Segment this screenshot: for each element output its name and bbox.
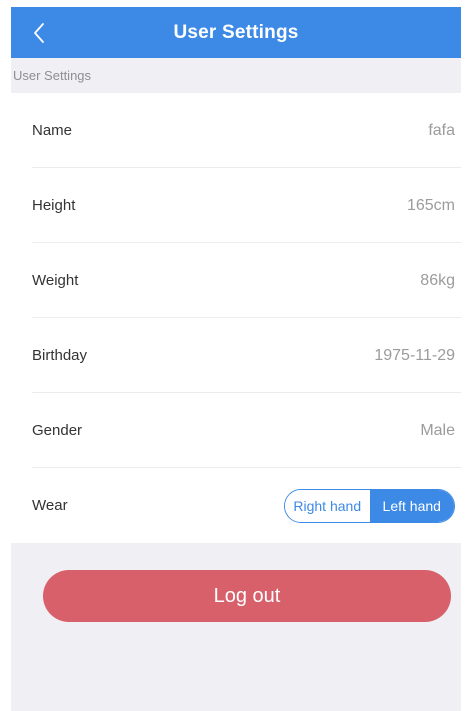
- wear-right-hand-option[interactable]: Right hand: [285, 489, 370, 522]
- section-header: User Settings: [13, 68, 92, 83]
- row-value: 165cm: [406, 196, 455, 214]
- row-value: 1975-11-29: [374, 346, 455, 364]
- row-label: Name: [32, 122, 73, 139]
- wear-left-hand-option[interactable]: Left hand: [369, 489, 454, 522]
- row-name[interactable]: Name fafa: [11, 93, 461, 168]
- page-title: User Settings: [173, 21, 299, 43]
- settings-list: Name fafa Height 165cm Weight 86kg Birth…: [11, 93, 461, 543]
- row-weight[interactable]: Weight 86kg: [11, 243, 461, 318]
- row-label: Height: [32, 197, 76, 214]
- row-label: Wear: [32, 497, 68, 514]
- row-value: 86kg: [420, 271, 455, 289]
- app-screen: User Settings User Settings Name fafa He…: [11, 7, 461, 711]
- nav-bar: User Settings: [11, 7, 461, 58]
- row-label: Gender: [32, 422, 83, 439]
- row-value: Male: [420, 421, 455, 439]
- wear-hand-toggle: Right hand Left hand: [284, 488, 455, 523]
- back-button[interactable]: [19, 13, 59, 53]
- logout-button[interactable]: Log out: [43, 570, 451, 622]
- row-label: Weight: [32, 272, 79, 289]
- chevron-left-icon: [34, 23, 44, 43]
- row-gender[interactable]: Gender Male: [11, 393, 461, 468]
- row-wear: Wear Right hand Left hand: [11, 468, 461, 543]
- row-value: fafa: [428, 121, 455, 139]
- row-height[interactable]: Height 165cm: [11, 168, 461, 243]
- row-birthday[interactable]: Birthday 1975-11-29: [11, 318, 461, 393]
- row-label: Birthday: [32, 347, 88, 364]
